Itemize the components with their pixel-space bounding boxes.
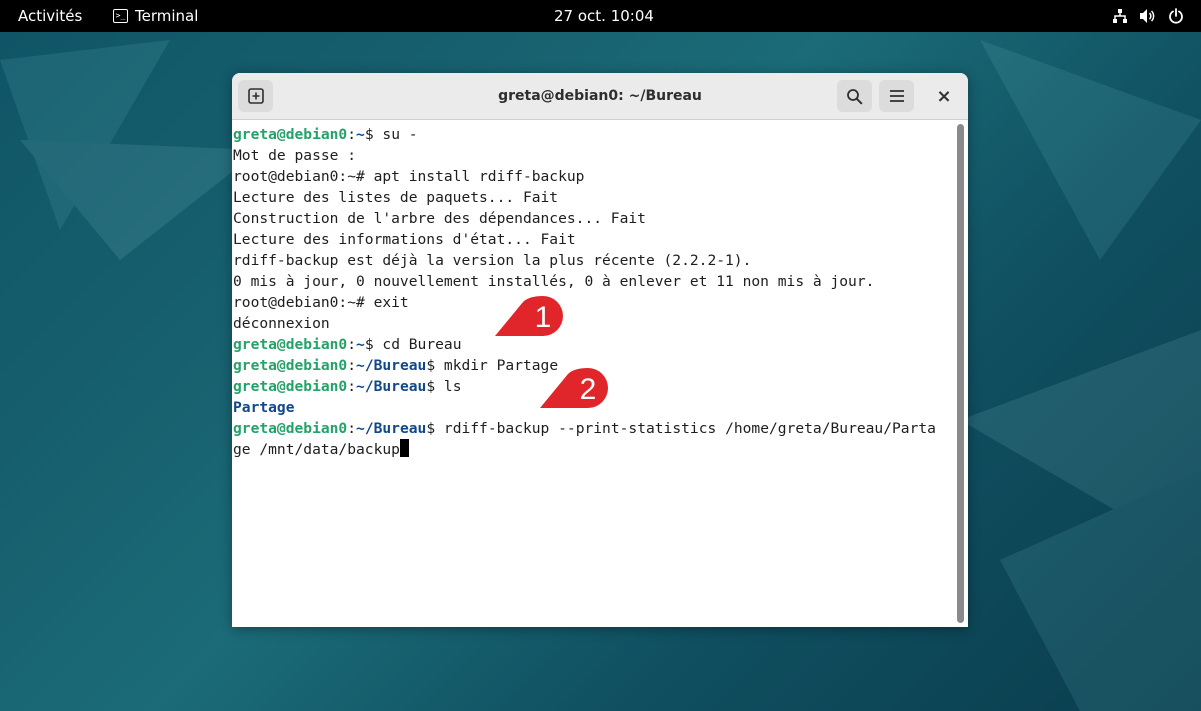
terminal-line: déconnexion bbox=[233, 313, 330, 334]
command-text: cd Bureau bbox=[382, 336, 462, 353]
terminal-line: greta@debian0:~$ su - bbox=[233, 124, 418, 145]
command-text: ls bbox=[443, 378, 462, 395]
text-cursor bbox=[399, 439, 409, 457]
output-text: Construction de l'arbre des dépendances.… bbox=[233, 210, 646, 227]
terminal-window[interactable]: greta@debian0: ~/Bureau × greta@debian0:… bbox=[232, 73, 968, 627]
close-icon: × bbox=[936, 85, 952, 107]
prompt-user-host: greta@debian0 bbox=[233, 126, 348, 143]
prompt-path: ~/Bureau bbox=[356, 357, 427, 374]
prompt-symbol: $ bbox=[426, 357, 444, 374]
callout-label-1: 1 bbox=[535, 301, 552, 334]
search-icon bbox=[847, 88, 863, 104]
output-text: root@debian0:~# apt install rdiff-backup bbox=[233, 168, 585, 185]
output-text: rdiff-backup est déjà la version la plus… bbox=[233, 252, 752, 269]
output-text: déconnexion bbox=[233, 315, 330, 332]
prompt-path: ~ bbox=[356, 126, 365, 143]
prompt-path: ~ bbox=[356, 336, 365, 353]
output-text: Mot de passe : bbox=[233, 147, 365, 164]
prompt-symbol: $ bbox=[364, 336, 383, 353]
terminal-line: greta@debian0:~$ cd Bureau bbox=[233, 334, 461, 355]
terminal-line: Lecture des listes de paquets... Fait bbox=[233, 187, 558, 208]
prompt-path: ~/Bureau bbox=[356, 420, 427, 437]
terminal-line: 0 mis à jour, 0 nouvellement installés, … bbox=[233, 271, 874, 292]
app-menu-button[interactable]: >_ Terminal bbox=[113, 0, 198, 32]
output-text: root@debian0:~# exit bbox=[233, 294, 409, 311]
terminal-line: greta@debian0:~/Bureau$ rdiff-backup --p… bbox=[233, 418, 936, 439]
output-text: 0 mis à jour, 0 nouvellement installés, … bbox=[233, 273, 875, 290]
prompt-user-host: greta@debian0 bbox=[233, 420, 348, 437]
output-text: Lecture des informations d'état... Fait bbox=[233, 231, 576, 248]
top-bar: Activités >_ Terminal 27 oct. 10:04 bbox=[0, 0, 1201, 32]
terminal-line: Partage bbox=[233, 397, 295, 418]
prompt-symbol: $ bbox=[364, 126, 383, 143]
output-text: Lecture des listes de paquets... Fait bbox=[233, 189, 559, 206]
prompt-separator: : bbox=[347, 378, 357, 395]
prompt-separator: : bbox=[347, 357, 357, 374]
directory-entry: Partage bbox=[233, 399, 295, 416]
clock[interactable]: 27 oct. 10:04 bbox=[554, 0, 654, 32]
terminal-line: rdiff-backup est déjà la version la plus… bbox=[233, 250, 751, 271]
terminal-line: greta@debian0:~/Bureau$ mkdir Partage bbox=[233, 355, 558, 376]
scrollbar-thumb[interactable] bbox=[957, 124, 964, 623]
new-tab-icon bbox=[247, 88, 264, 104]
app-menu-label: Terminal bbox=[135, 7, 199, 25]
activities-button[interactable]: Activités bbox=[18, 0, 82, 32]
search-button[interactable] bbox=[837, 80, 872, 112]
prompt-separator: : bbox=[347, 420, 357, 437]
command-text: rdiff-backup --print-statistics /home/gr… bbox=[443, 420, 936, 437]
command-text: su - bbox=[382, 126, 418, 143]
prompt-user-host: greta@debian0 bbox=[233, 336, 348, 353]
network-icon[interactable] bbox=[1112, 8, 1128, 24]
terminal-line: root@debian0:~# apt install rdiff-backup bbox=[233, 166, 584, 187]
menu-button[interactable] bbox=[879, 80, 914, 112]
output-text: ge /mnt/data/backup bbox=[233, 441, 400, 458]
callout-marker-2: 2 bbox=[540, 368, 608, 408]
prompt-separator: : bbox=[347, 126, 357, 143]
prompt-path: ~/Bureau bbox=[356, 378, 427, 395]
terminal-app-icon: >_ bbox=[113, 9, 128, 23]
prompt-separator: : bbox=[347, 336, 357, 353]
callout-marker-1: 1 bbox=[495, 296, 563, 336]
callout-label-2: 2 bbox=[580, 373, 597, 406]
prompt-symbol: $ bbox=[426, 420, 444, 437]
prompt-symbol: $ bbox=[426, 378, 444, 395]
terminal-line: ge /mnt/data/backup bbox=[233, 439, 409, 460]
power-icon[interactable] bbox=[1168, 8, 1184, 24]
terminal-line: Mot de passe : bbox=[233, 145, 365, 166]
terminal-line: root@debian0:~# exit bbox=[233, 292, 409, 313]
header-bar[interactable]: greta@debian0: ~/Bureau × bbox=[232, 73, 968, 120]
terminal-line: greta@debian0:~/Bureau$ ls bbox=[233, 376, 461, 397]
terminal-line: Lecture des informations d'état... Fait bbox=[233, 229, 576, 250]
volume-icon[interactable] bbox=[1139, 8, 1156, 24]
prompt-user-host: greta@debian0 bbox=[233, 357, 348, 374]
scrollbar[interactable] bbox=[954, 120, 968, 627]
prompt-user-host: greta@debian0 bbox=[233, 378, 348, 395]
new-tab-button[interactable] bbox=[238, 80, 273, 112]
hamburger-menu-icon bbox=[889, 90, 904, 102]
close-button[interactable]: × bbox=[929, 80, 959, 112]
terminal-line: Construction de l'arbre des dépendances.… bbox=[233, 208, 646, 229]
